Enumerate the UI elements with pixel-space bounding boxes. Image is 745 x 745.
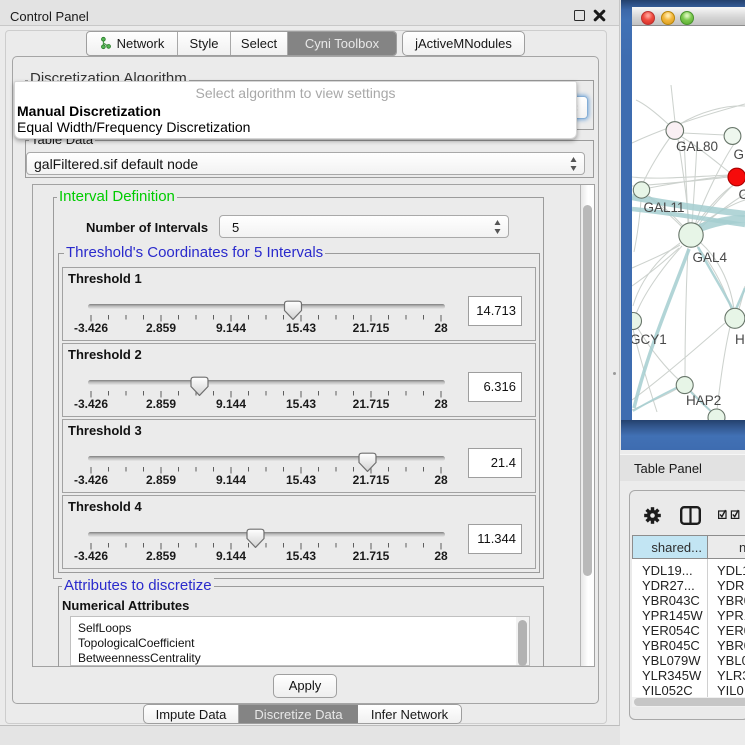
svg-text:H: H: [735, 332, 745, 347]
svg-text:GCY1: GCY1: [632, 332, 667, 347]
svg-text:GAL80: GAL80: [676, 139, 718, 154]
svg-text:C: C: [739, 187, 745, 202]
svg-text:GAL11: GAL11: [644, 200, 685, 215]
svg-text:HAP2: HAP2: [686, 393, 721, 408]
svg-text:GAL4: GAL4: [693, 250, 728, 265]
svg-text:G.: G.: [734, 147, 745, 162]
